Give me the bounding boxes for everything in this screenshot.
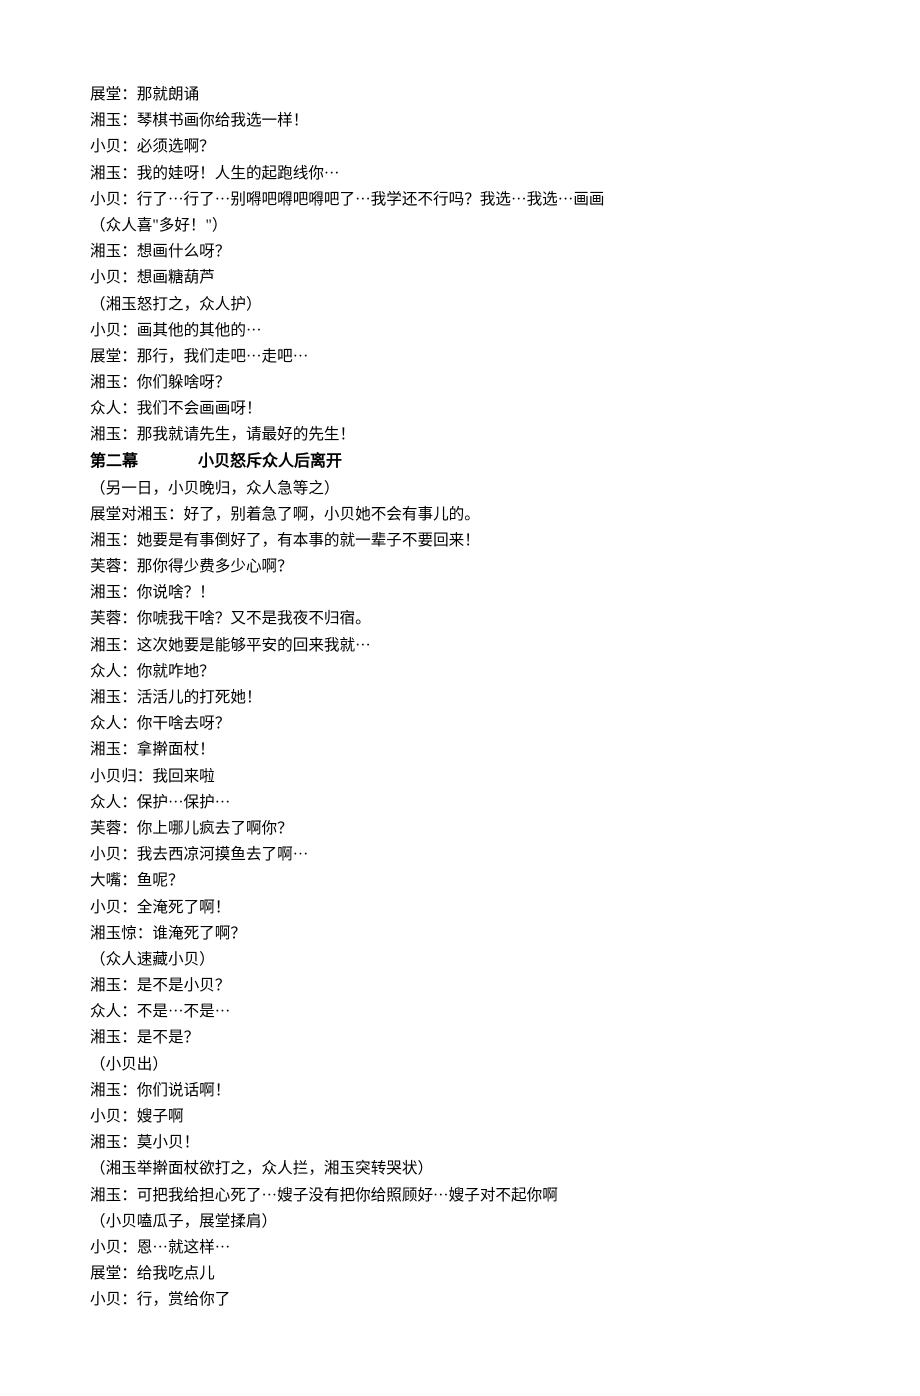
script-line: 大嘴：鱼呢？: [90, 868, 830, 894]
act-heading: 第二幕 小贝怒斥众人后离开: [90, 449, 830, 476]
script-line: 湘玉：莫小贝！: [90, 1130, 830, 1156]
script-line: 小贝：必须选啊？: [90, 134, 830, 160]
script-line: 众人：你干啥去呀？: [90, 711, 830, 737]
script-line: 小贝：想画糖葫芦: [90, 265, 830, 291]
script-line: 湘玉：那我就请先生，请最好的先生！: [90, 422, 830, 448]
script-line: （小贝嗑瓜子，展堂揉肩）: [90, 1209, 830, 1235]
script-line: 芙蓉：你唬我干啥？又不是我夜不归宿。: [90, 606, 830, 632]
script-line: 湘玉：这次她要是能够平安的回来我就···: [90, 633, 830, 659]
script-line: （小贝出）: [90, 1052, 830, 1078]
script-line: 小贝：嫂子啊: [90, 1104, 830, 1130]
script-line: （湘玉举擀面杖欲打之，众人拦，湘玉突转哭状）: [90, 1156, 830, 1182]
script-line: 湘玉：她要是有事倒好了，有本事的就一辈子不要回来！: [90, 528, 830, 554]
script-line: 芙蓉：那你得少费多少心啊？: [90, 554, 830, 580]
script-line: 湘玉：你们躲啥呀？: [90, 370, 830, 396]
script-line: 湘玉：你们说话啊！: [90, 1078, 830, 1104]
script-line: 众人：不是···不是···: [90, 999, 830, 1025]
act-number: 第二幕: [90, 453, 138, 470]
script-line: 湘玉：拿擀面杖！: [90, 737, 830, 763]
script-line: 小贝：恩···就这样···: [90, 1235, 830, 1261]
script-line: 芙蓉：你上哪儿疯去了啊你？: [90, 816, 830, 842]
script-line: 湘玉：你说啥？！: [90, 580, 830, 606]
script-line: （众人速藏小贝）: [90, 947, 830, 973]
script-line: 湘玉：活活儿的打死她！: [90, 685, 830, 711]
script-line: 小贝：我去西凉河摸鱼去了啊···: [90, 842, 830, 868]
script-line: 湘玉：想画什么呀？: [90, 239, 830, 265]
script-line: 小贝：行了···行了···别嘚吧嘚吧嘚吧了···我学还不行吗？我选···我选··…: [90, 187, 830, 213]
script-line: 展堂：给我吃点儿: [90, 1261, 830, 1287]
script-line: 湘玉：是不是小贝？: [90, 973, 830, 999]
script-line: 小贝：全淹死了啊！: [90, 895, 830, 921]
script-line: 湘玉惊：谁淹死了啊？: [90, 921, 830, 947]
script-line: 小贝：画其他的其他的···: [90, 318, 830, 344]
script-line: 众人：你就咋地？: [90, 659, 830, 685]
script-line: （另一日，小贝晚归，众人急等之）: [90, 476, 830, 502]
script-line: 小贝归：我回来啦: [90, 764, 830, 790]
script-line: 展堂：那就朗诵: [90, 82, 830, 108]
script-line: （湘玉怒打之，众人护）: [90, 292, 830, 318]
script-line: 众人：我们不会画画呀！: [90, 396, 830, 422]
script-line: 湘玉：我的娃呀！人生的起跑线你···: [90, 161, 830, 187]
script-line: 湘玉：可把我给担心死了···嫂子没有把你给照顾好···嫂子对不起你啊: [90, 1183, 830, 1209]
script-line: 众人：保护···保护···: [90, 790, 830, 816]
script-line: 湘玉：是不是？: [90, 1025, 830, 1051]
script-line: （众人喜"多好！"）: [90, 213, 830, 239]
script-line: 小贝：行，赏给你了: [90, 1287, 830, 1313]
act-title: 小贝怒斥众人后离开: [198, 453, 342, 470]
script-line: 展堂对湘玉：好了，别着急了啊，小贝她不会有事儿的。: [90, 502, 830, 528]
script-line: 展堂：那行，我们走吧···走吧···: [90, 344, 830, 370]
script-line: 湘玉：琴棋书画你给我选一样！: [90, 108, 830, 134]
